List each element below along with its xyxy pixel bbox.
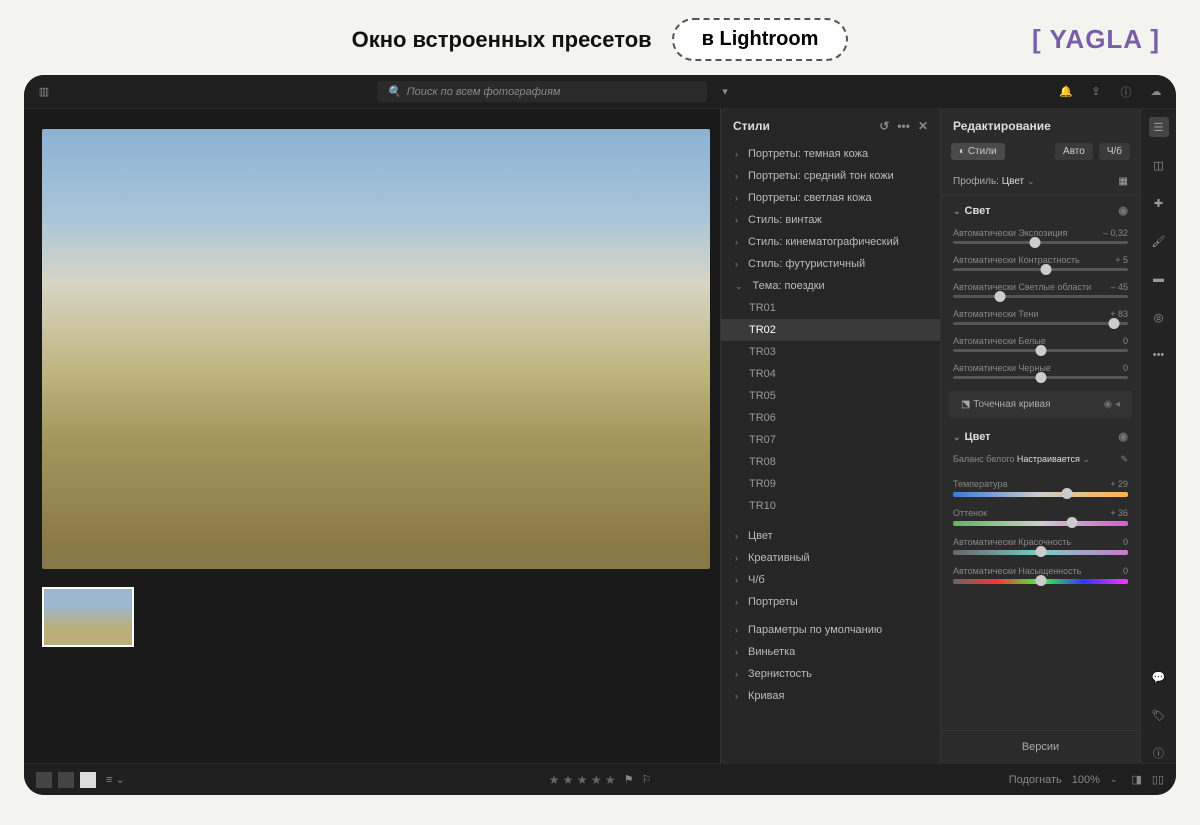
rating-stars[interactable]: ★ ★ ★ ★ ★ xyxy=(549,773,616,787)
sliders-tool-icon[interactable]: ☰ xyxy=(1149,117,1169,137)
lightroom-window: ▥ 🔍 Поиск по всем фотографиям ▾ 🔔 ⇪ ⓘ ☁ … xyxy=(24,75,1176,795)
brush-tool-icon[interactable]: 🖌 xyxy=(1149,231,1169,251)
preset-item[interactable]: TR04 xyxy=(721,363,940,385)
photo-preview[interactable] xyxy=(42,129,710,569)
view-single-icon[interactable] xyxy=(80,772,96,788)
bottombar: ≡ ⌄ ★ ★ ★ ★ ★ ⚑ ⚐ Подогнать 100% ⌄ ◨ ▯▯ xyxy=(24,763,1176,795)
preset-group[interactable]: ›Портреты: светлая кожа xyxy=(721,187,940,209)
preset-group[interactable]: ›Стиль: футуристичный xyxy=(721,253,940,275)
page-title: Окно встроенных пресетов xyxy=(352,27,652,53)
preset-item[interactable]: TR02 xyxy=(721,319,940,341)
color-slider[interactable]: Оттенок+ 36 xyxy=(941,505,1140,534)
comment-icon[interactable]: 💬 xyxy=(1149,667,1169,687)
preset-item[interactable]: TR10 xyxy=(721,495,940,517)
tag-icon[interactable]: 🏷 xyxy=(1149,705,1169,725)
undo-icon[interactable]: ↺ xyxy=(879,119,889,133)
cloud-icon[interactable]: ☁ xyxy=(1148,84,1164,100)
radial-gradient-icon[interactable]: ◎ xyxy=(1149,307,1169,327)
slider[interactable]: Автоматически Белые0 xyxy=(941,333,1140,360)
help-icon[interactable]: ⓘ xyxy=(1118,84,1134,100)
share-icon[interactable]: ⇪ xyxy=(1088,84,1104,100)
tool-rail: ☰ ◫ ✚ 🖌 ▬ ◎ ••• 💬 🏷 ⓘ xyxy=(1140,109,1176,763)
color-section-title[interactable]: Цвет xyxy=(965,431,991,443)
histogram-icon[interactable]: ◨ xyxy=(1131,773,1141,786)
wb-label: Баланс белого xyxy=(953,454,1014,464)
preset-group[interactable]: ›Ч/б xyxy=(721,569,940,591)
sort-icon[interactable]: ≡ ⌄ xyxy=(106,773,125,786)
more-tool-icon[interactable]: ••• xyxy=(1149,345,1169,365)
slider[interactable]: Автоматически Экспозиция– 0,32 xyxy=(941,225,1140,252)
more-icon[interactable]: ••• xyxy=(897,119,910,133)
slider[interactable]: Автоматически Контрастность+ 5 xyxy=(941,252,1140,279)
styles-button[interactable]: ◐ Стили xyxy=(951,143,1005,160)
slider[interactable]: Автоматически Светлые области– 45 xyxy=(941,279,1140,306)
linear-gradient-icon[interactable]: ▬ xyxy=(1149,269,1169,289)
preset-group[interactable]: ›Зернистость xyxy=(721,663,940,685)
edit-title: Редактирование xyxy=(941,109,1140,143)
preset-item[interactable]: TR03 xyxy=(721,341,940,363)
preset-group[interactable]: ›Креативный xyxy=(721,547,940,569)
flag-pick-icon[interactable]: ⚑ xyxy=(624,773,634,786)
preset-item[interactable]: TR07 xyxy=(721,429,940,451)
eyedropper-icon[interactable]: ✎ xyxy=(1120,454,1128,465)
light-section-title[interactable]: Свет xyxy=(965,205,991,217)
profile-label: Профиль: xyxy=(953,176,999,187)
preset-group[interactable]: ›Кривая xyxy=(721,685,940,707)
crop-tool-icon[interactable]: ◫ xyxy=(1149,155,1169,175)
close-icon[interactable]: ✕ xyxy=(918,119,928,133)
color-slider[interactable]: Автоматически Насыщенность0 xyxy=(941,563,1140,592)
bell-icon[interactable]: 🔔 xyxy=(1058,84,1074,100)
preset-group[interactable]: ›Виньетка xyxy=(721,641,940,663)
preset-group[interactable]: ›Портреты: темная кожа xyxy=(721,143,940,165)
preset-group[interactable]: ›Портреты xyxy=(721,591,940,613)
preset-item[interactable]: TR09 xyxy=(721,473,940,495)
flag-reject-icon[interactable]: ⚐ xyxy=(642,773,652,786)
fit-button[interactable]: Подогнать xyxy=(1009,774,1062,786)
view-grid-icon[interactable] xyxy=(36,772,52,788)
slider[interactable]: Автоматически Тени+ 83 xyxy=(941,306,1140,333)
slider[interactable]: Автоматически Черные0 xyxy=(941,360,1140,387)
preset-defaults[interactable]: ›Параметры по умолчанию xyxy=(721,619,940,641)
eye-icon[interactable]: ◉ xyxy=(1118,430,1128,443)
view-square-icon[interactable] xyxy=(58,772,74,788)
photo-thumbnail[interactable] xyxy=(42,587,134,647)
profile-value[interactable]: Цвет xyxy=(1002,176,1024,187)
title-chip: в Lightroom xyxy=(672,18,849,61)
preset-group[interactable]: ›Стиль: кинематографический xyxy=(721,231,940,253)
presets-title: Стили xyxy=(733,119,770,133)
presets-panel: Стили ↺ ••• ✕ ›Портреты: темная кожа›Пор… xyxy=(720,109,940,763)
search-input[interactable]: 🔍 Поиск по всем фотографиям xyxy=(377,81,707,102)
preset-group[interactable]: ›Портреты: средний тон кожи xyxy=(721,165,940,187)
curve-button[interactable]: ⬔ Точечная кривая ◉ ◂ xyxy=(949,391,1132,418)
panel-toggle-icon[interactable]: ▥ xyxy=(36,84,52,100)
preset-group[interactable]: ›Цвет xyxy=(721,525,940,547)
preset-item[interactable]: TR06 xyxy=(721,407,940,429)
topbar: ▥ 🔍 Поиск по всем фотографиям ▾ 🔔 ⇪ ⓘ ☁ xyxy=(24,75,1176,109)
search-icon: 🔍 xyxy=(387,85,401,98)
canvas-area xyxy=(24,109,720,763)
filter-icon[interactable]: ▾ xyxy=(717,84,733,100)
info-icon[interactable]: ⓘ xyxy=(1149,743,1169,763)
bw-button[interactable]: Ч/б xyxy=(1099,143,1130,160)
preset-item[interactable]: TR05 xyxy=(721,385,940,407)
color-slider[interactable]: Температура+ 29 xyxy=(941,476,1140,505)
auto-button[interactable]: Авто xyxy=(1055,143,1093,160)
eye-icon[interactable]: ◉ xyxy=(1118,204,1128,217)
brand-logo: [ YAGLA ] xyxy=(1032,24,1160,55)
wb-dropdown[interactable]: Настраивается xyxy=(1017,454,1080,464)
compare-icon[interactable]: ▯▯ xyxy=(1152,773,1164,786)
heal-tool-icon[interactable]: ✚ xyxy=(1149,193,1169,213)
preset-group[interactable]: ›Стиль: винтаж xyxy=(721,209,940,231)
zoom-level[interactable]: 100% xyxy=(1072,774,1100,786)
edit-panel: Редактирование ◐ Стили Авто Ч/б Профиль:… xyxy=(940,109,1140,763)
color-slider[interactable]: Автоматически Красочность0 xyxy=(941,534,1140,563)
preset-item[interactable]: TR01 xyxy=(721,297,940,319)
versions-button[interactable]: Версии xyxy=(941,730,1140,763)
grid-icon[interactable]: ▦ xyxy=(1119,176,1128,187)
preset-group-expanded[interactable]: ⌄Тема: поездки xyxy=(721,275,940,297)
search-placeholder: Поиск по всем фотографиям xyxy=(407,86,561,98)
preset-item[interactable]: TR08 xyxy=(721,451,940,473)
